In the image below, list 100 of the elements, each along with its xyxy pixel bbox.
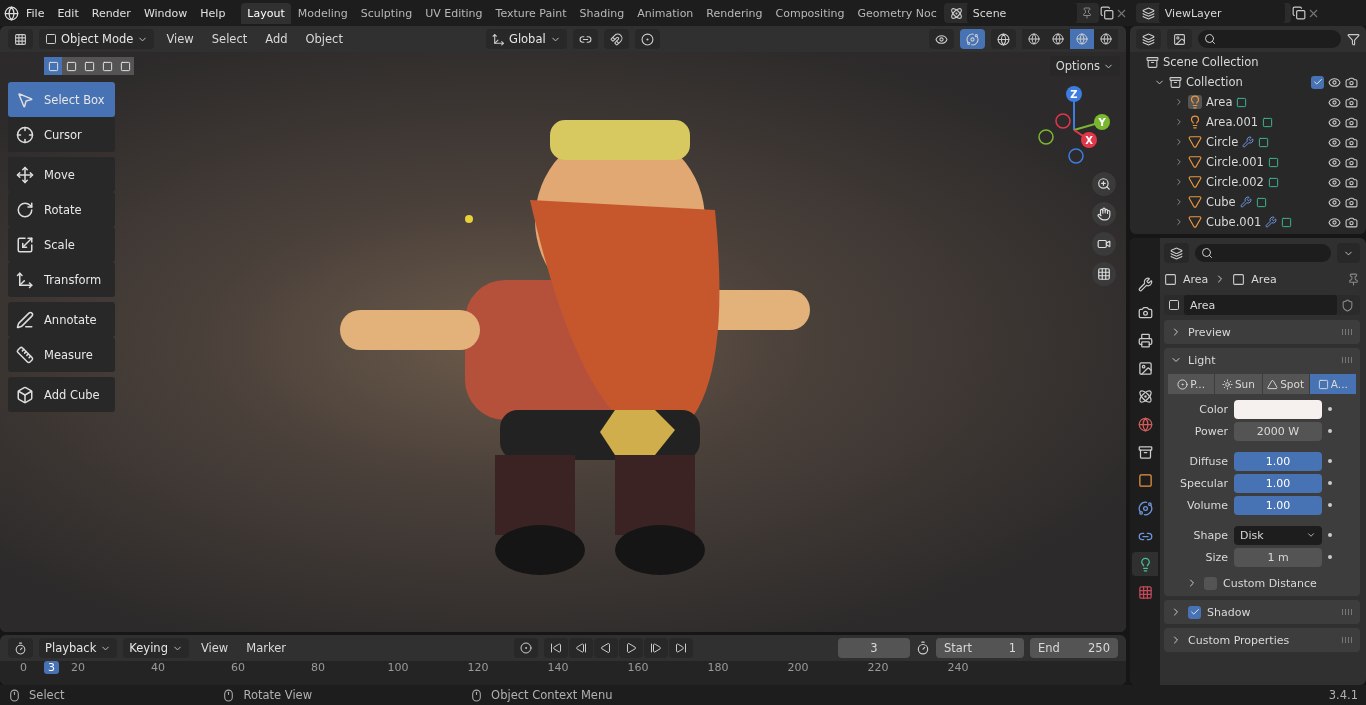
light-type-button[interactable]: P... [1168,374,1215,394]
current-frame-field[interactable]: 3 [838,638,910,658]
outliner-item[interactable]: Area [1206,95,1233,109]
slider-field[interactable]: 1.00 [1234,473,1322,493]
menu-dropdown[interactable]: Playback [39,638,118,658]
outliner-item[interactable]: Cube.001 [1206,215,1262,229]
tool-button[interactable]: Measure [8,337,115,372]
proportional-button[interactable] [634,29,660,49]
zoom-button[interactable] [1092,172,1116,196]
checkbox[interactable] [1188,605,1201,619]
properties-tab[interactable] [1132,552,1158,576]
keyframe-dot-icon[interactable] [1328,407,1332,411]
editor-type-button[interactable] [8,29,33,49]
menu-item[interactable]: Add [259,32,294,46]
grid-view-button[interactable] [1092,262,1116,286]
panel-header[interactable]: Custom Properties [1164,628,1360,652]
panel-header[interactable]: Shadow [1164,600,1360,624]
jump-start-button[interactable] [544,638,568,658]
workspace-tab[interactable]: Rendering [700,2,769,24]
menu-item[interactable]: Marker [240,641,292,655]
workspace-tab[interactable]: Texture Paint [489,2,573,24]
keyframe-dot-icon[interactable] [1328,481,1332,485]
editor-type-button[interactable] [1136,29,1161,49]
outliner-item[interactable]: Collection [1186,75,1243,89]
menu-item[interactable]: Help [194,3,232,23]
menu-item[interactable]: View [194,641,235,655]
menu-dropdown[interactable]: Keying [123,638,189,658]
record-button[interactable] [514,638,538,658]
select-mode-button[interactable] [44,57,62,75]
slider-field[interactable]: 1.00 [1234,451,1322,471]
menu-item[interactable]: Select [205,32,254,46]
keyframe-dot-icon[interactable] [1328,459,1332,463]
slider-field[interactable]: 1.00 [1234,495,1322,515]
camera-view-button[interactable] [1092,232,1116,256]
jump-end-button[interactable] [669,638,693,658]
menu-item[interactable]: Object [299,32,349,46]
panel-header[interactable]: Light [1164,348,1360,372]
outliner-item[interactable]: Circle.002 [1206,175,1264,189]
shading-mode-button[interactable] [1022,29,1046,49]
search-field[interactable] [1195,244,1331,262]
tool-button[interactable]: Rotate [8,192,115,227]
tool-button[interactable]: Scale [8,227,115,262]
gizmo-button[interactable] [960,29,985,49]
workspace-tab[interactable]: Geometry Noc [851,2,943,24]
dropdown-field[interactable]: Disk [1234,525,1322,545]
pan-button[interactable] [1092,202,1116,226]
outliner-item[interactable]: Circle.001 [1206,155,1264,169]
pivot-button[interactable] [572,29,598,49]
shading-mode-button[interactable] [1094,29,1118,49]
tool-button[interactable]: Cursor [8,117,115,152]
keyframe-dot-icon[interactable] [1328,429,1332,433]
tool-button[interactable]: Move [8,157,115,192]
tool-button[interactable]: Add Cube [8,377,115,412]
start-frame-field[interactable]: Start 1 [936,638,1024,658]
light-type-button[interactable]: A... [1309,374,1356,394]
tool-button[interactable]: Annotate [8,302,115,337]
select-mode-button[interactable] [62,57,80,75]
light-type-button[interactable]: Sun [1215,374,1262,394]
display-mode-button[interactable] [1167,29,1192,49]
tool-button[interactable]: Transform [8,262,115,297]
next-key-button[interactable] [644,638,668,658]
options-dropdown[interactable]: Options [1049,56,1120,76]
frame-ruler[interactable]: 0 3 20 40 60 80 100 120 140 160 180 200 220 240 [0,661,1126,685]
outliner-item[interactable]: Scene Collection [1163,55,1259,69]
outliner-item[interactable]: Cube [1206,195,1236,209]
checkbox[interactable] [1311,75,1324,89]
workspace-tab[interactable]: Animation [631,2,700,24]
overlay-button[interactable] [991,29,1016,49]
editor-type-button[interactable] [8,638,33,658]
mode-dropdown[interactable]: Object Mode [39,29,155,49]
shading-mode-button[interactable] [1046,29,1070,49]
workspace-tab[interactable]: Layout [241,2,291,24]
orientation-dropdown[interactable]: Global [485,29,567,49]
keyframe-dot-icon[interactable] [1328,503,1332,507]
workspace-tab[interactable]: Compositing [769,2,851,24]
workspace-tab[interactable]: Modeling [291,2,354,24]
keyframe-dot-icon[interactable] [1328,533,1332,537]
workspace-tab[interactable]: Sculpting [354,2,419,24]
play-reverse-button[interactable] [594,638,618,658]
prev-key-button[interactable] [569,638,593,658]
play-button[interactable] [619,638,643,658]
select-mode-button[interactable] [116,57,134,75]
visibility-button[interactable] [929,29,954,49]
menu-item[interactable]: Window [137,3,194,23]
menu-item[interactable]: View [160,32,200,46]
menu-item[interactable]: Edit [51,3,85,23]
end-frame-field[interactable]: End 250 [1030,638,1118,658]
outliner-item[interactable]: Circle [1206,135,1239,149]
menu-item[interactable]: Render [85,3,137,23]
view-layer-selector[interactable]: ViewLayer [1135,3,1291,23]
menu-item[interactable]: File [20,3,51,23]
playhead-marker[interactable]: 3 [44,661,59,674]
keyframe-dot-icon[interactable] [1328,555,1332,559]
datablock-selector[interactable]: Area [1164,295,1360,315]
tool-button[interactable]: Select Box [8,82,115,117]
outliner-item[interactable]: Area.001 [1206,115,1259,129]
light-type-button[interactable]: Spot [1262,374,1309,394]
color-swatch[interactable] [1234,399,1322,419]
panel-header[interactable]: Preview [1164,320,1360,344]
scene-selector[interactable]: Scene [943,3,1099,23]
